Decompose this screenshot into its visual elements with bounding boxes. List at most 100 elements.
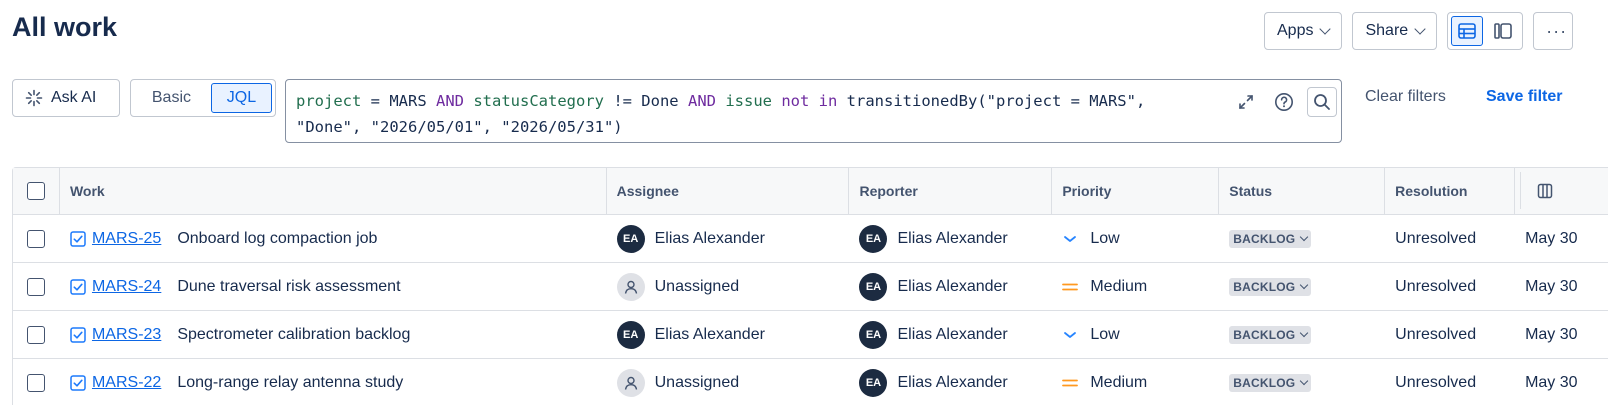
column-header-status[interactable]: Status — [1219, 168, 1386, 214]
row-checkbox[interactable] — [27, 277, 46, 296]
column-picker-button[interactable] — [1520, 172, 1568, 209]
sparkle-icon — [25, 89, 43, 107]
column-header-reporter[interactable]: Reporter — [849, 168, 1053, 214]
save-filter-button[interactable]: Save filter — [1486, 88, 1562, 106]
row-select-cell — [13, 311, 60, 358]
jql-token: AND — [435, 92, 464, 110]
work-table: Work Assignee Reporter Priority Status R… — [12, 167, 1608, 405]
unassigned-user-icon — [624, 376, 637, 390]
reporter-avatar: EA — [859, 272, 888, 301]
status-cell: BACKLOG — [1219, 359, 1385, 405]
status-lozenge[interactable]: BACKLOG — [1229, 325, 1312, 344]
jql-token: transitionedBy("project = MARS", — [837, 92, 1146, 110]
issue-key-link[interactable]: MARS-23 — [92, 326, 161, 344]
priority-label: Medium — [1090, 373, 1148, 391]
work-cell: MARS-22 Long-range relay antenna study — [60, 359, 607, 405]
table-row[interactable]: MARS-23 Spectrometer calibration backlog… — [13, 311, 1608, 359]
column-header-priority[interactable]: Priority — [1052, 168, 1220, 214]
row-checkbox[interactable] — [27, 325, 46, 344]
jql-query-input[interactable]: project = MARS AND statusCategory != Don… — [285, 79, 1342, 143]
resolution-cell: Unresolved — [1395, 325, 1477, 343]
work-cell: MARS-23 Spectrometer calibration backlog — [60, 311, 607, 358]
assignee-name: Elias Alexander — [654, 325, 765, 343]
task-icon — [70, 278, 86, 295]
created-cell: May 30 — [1525, 373, 1578, 391]
status-label: BACKLOG — [1233, 327, 1296, 342]
basic-mode-button[interactable]: Basic — [134, 83, 209, 113]
reporter-cell[interactable]: EA Elias Alexander — [849, 359, 1052, 405]
priority-label: Low — [1090, 325, 1120, 343]
status-lozenge[interactable]: BACKLOG — [1229, 373, 1312, 392]
priority-icon — [1062, 327, 1078, 343]
table-row[interactable]: MARS-24 Dune traversal risk assessment U… — [13, 263, 1608, 311]
view-toggle — [1447, 12, 1524, 50]
ask-ai-button[interactable]: Ask AI — [12, 79, 120, 117]
priority-cell[interactable]: Medium — [1052, 263, 1219, 310]
issue-summary[interactable]: Long-range relay antenna study — [177, 374, 403, 392]
assignee-name: Unassigned — [654, 373, 740, 391]
column-header-assignee[interactable]: Assignee — [607, 168, 850, 214]
reporter-cell[interactable]: EA Elias Alexander — [849, 263, 1052, 310]
issue-key-link[interactable]: MARS-22 — [92, 374, 161, 392]
reporter-avatar: EA — [859, 224, 888, 253]
select-all-cell — [13, 168, 60, 214]
assignee-cell[interactable]: EA Elias Alexander — [607, 311, 850, 358]
expand-button[interactable] — [1231, 87, 1261, 117]
share-label: Share — [1365, 22, 1409, 39]
expand-icon — [1239, 95, 1253, 109]
jql-token: project — [296, 92, 362, 110]
row-checkbox[interactable] — [27, 373, 46, 392]
reporter-cell[interactable]: EA Elias Alexander — [849, 311, 1052, 358]
assignee-cell[interactable]: Unassigned — [607, 263, 850, 310]
share-button[interactable]: Share — [1352, 12, 1438, 50]
issue-key-link[interactable]: MARS-25 — [92, 230, 161, 248]
jql-token: statusCategory — [473, 92, 604, 110]
column-header-work[interactable]: Work — [60, 168, 607, 214]
list-view-button[interactable] — [1451, 16, 1484, 46]
priority-label: Medium — [1090, 277, 1148, 295]
column-header-resolution[interactable]: Resolution — [1385, 168, 1516, 214]
reporter-name: Elias Alexander — [897, 373, 1008, 391]
clear-filters-button[interactable]: Clear filters — [1365, 88, 1446, 106]
reporter-name: Elias Alexander — [897, 325, 1008, 343]
status-lozenge[interactable]: BACKLOG — [1229, 277, 1312, 296]
jql-token — [464, 92, 473, 110]
unassigned-user-icon — [624, 280, 637, 294]
row-checkbox[interactable] — [27, 229, 46, 248]
jql-token: != Done — [603, 92, 688, 110]
status-cell: BACKLOG — [1219, 311, 1385, 358]
issue-summary[interactable]: Spectrometer calibration backlog — [177, 326, 410, 344]
status-label: BACKLOG — [1233, 279, 1296, 294]
reporter-name: Elias Alexander — [897, 229, 1008, 247]
status-lozenge[interactable]: BACKLOG — [1229, 229, 1312, 248]
created-cell: May 30 — [1525, 229, 1578, 247]
issue-summary[interactable]: Dune traversal risk assessment — [177, 278, 400, 296]
priority-cell[interactable]: Low — [1052, 311, 1219, 358]
assignee-avatar — [616, 368, 645, 397]
select-all-checkbox[interactable] — [26, 182, 45, 200]
help-button[interactable] — [1269, 87, 1299, 117]
jql-token: AND — [687, 92, 716, 110]
jql-token — [716, 92, 725, 110]
status-label: BACKLOG — [1233, 375, 1296, 390]
issue-key-link[interactable]: MARS-24 — [92, 278, 161, 296]
priority-cell[interactable]: Low — [1052, 215, 1219, 262]
table-row[interactable]: MARS-25 Onboard log compaction job EA El… — [13, 215, 1608, 263]
top-actions: Apps Share ··· — [1264, 12, 1574, 50]
apps-button[interactable]: Apps — [1264, 12, 1343, 50]
reporter-cell[interactable]: EA Elias Alexander — [849, 215, 1052, 262]
priority-cell[interactable]: Medium — [1052, 359, 1219, 405]
more-actions-button[interactable]: ··· — [1533, 12, 1574, 50]
table-row[interactable]: MARS-22 Long-range relay antenna study U… — [13, 359, 1608, 405]
issue-summary[interactable]: Onboard log compaction job — [177, 230, 377, 248]
jql-query-line: project = MARS AND statusCategory != Don… — [296, 88, 1341, 114]
search-button[interactable] — [1307, 87, 1337, 117]
detail-view-button[interactable] — [1487, 16, 1519, 46]
jql-mode-button[interactable]: JQL — [210, 83, 272, 113]
status-cell: BACKLOG — [1219, 215, 1385, 262]
assignee-avatar: EA — [616, 224, 645, 253]
jql-query-line: "Done", "2026/05/01", "2026/05/31") — [296, 118, 623, 136]
assignee-cell[interactable]: EA Elias Alexander — [607, 215, 850, 262]
assignee-name: Elias Alexander — [654, 229, 765, 247]
assignee-cell[interactable]: Unassigned — [607, 359, 850, 405]
